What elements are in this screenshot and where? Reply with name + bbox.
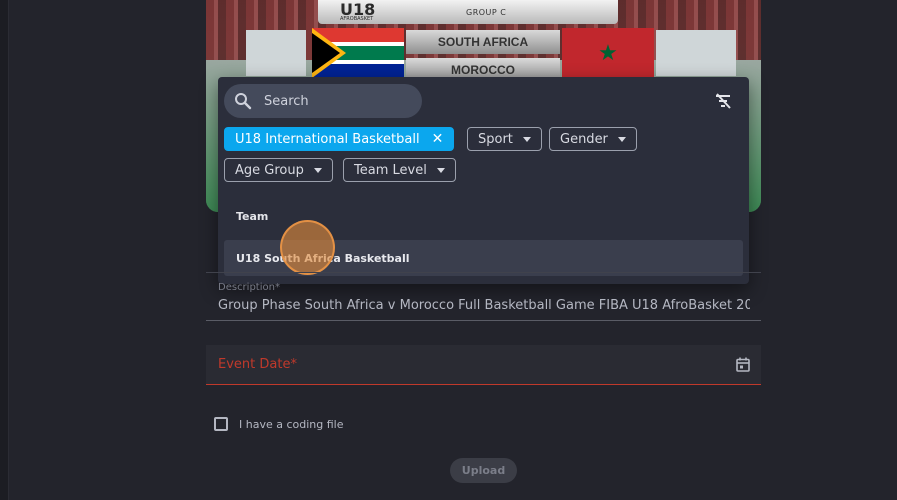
active-filter-chip[interactable]: U18 International Basketball ✕: [224, 127, 455, 151]
page-left-edge: [0, 0, 9, 500]
upload-button[interactable]: Upload: [450, 458, 517, 483]
clear-filters-icon[interactable]: [714, 92, 732, 110]
gender-filter-chip[interactable]: Gender: [549, 127, 637, 151]
age-group-filter-label: Age Group: [235, 162, 304, 178]
filter-popup: U18 International Basketball ✕ Sport Gen…: [218, 77, 749, 284]
sport-filter-chip[interactable]: Sport: [467, 127, 542, 151]
chevron-down-icon: [313, 167, 322, 173]
active-filter-chip-label: U18 International Basketball: [235, 131, 420, 147]
search-field[interactable]: [224, 84, 422, 118]
description-label: Description*: [218, 282, 280, 293]
description-value[interactable]: Group Phase South Africa v Morocco Full …: [218, 298, 750, 313]
chevron-down-icon: [436, 167, 445, 173]
morocco-flag: ★: [562, 28, 654, 78]
scoreboard-logo: U18 AFROBASKET: [340, 0, 375, 22]
team-home-plate: SOUTH AFRICA: [406, 30, 560, 54]
description-field[interactable]: Description* Group Phase South Africa v …: [206, 272, 761, 321]
coding-file-label: I have a coding file: [239, 417, 344, 431]
gender-filter-label: Gender: [560, 131, 608, 147]
sport-filter-label: Sport: [478, 131, 513, 147]
result-item[interactable]: U18 South Africa Basketball: [224, 240, 743, 276]
calendar-icon[interactable]: [736, 357, 750, 372]
south-africa-flag: [312, 28, 404, 78]
close-icon[interactable]: ✕: [432, 131, 444, 147]
event-date-field[interactable]: Event Date*: [206, 345, 761, 385]
arena-banner: [656, 30, 736, 76]
team-level-filter-label: Team Level: [354, 162, 427, 178]
scoreboard-logo-sub: AFROBASKET: [340, 16, 374, 22]
chevron-down-icon: [522, 136, 531, 142]
event-date-label: Event Date*: [218, 357, 297, 372]
search-input[interactable]: [264, 93, 404, 109]
age-group-filter-chip[interactable]: Age Group: [224, 158, 333, 182]
section-label-team: Team: [236, 210, 269, 223]
coding-file-option[interactable]: I have a coding file: [214, 417, 343, 431]
scoreboard-group: GROUP C: [466, 8, 507, 17]
coding-file-checkbox[interactable]: [214, 417, 228, 431]
arena-banner: [246, 30, 306, 76]
search-icon: [235, 93, 252, 110]
chevron-down-icon: [617, 136, 626, 142]
team-level-filter-chip[interactable]: Team Level: [343, 158, 456, 182]
